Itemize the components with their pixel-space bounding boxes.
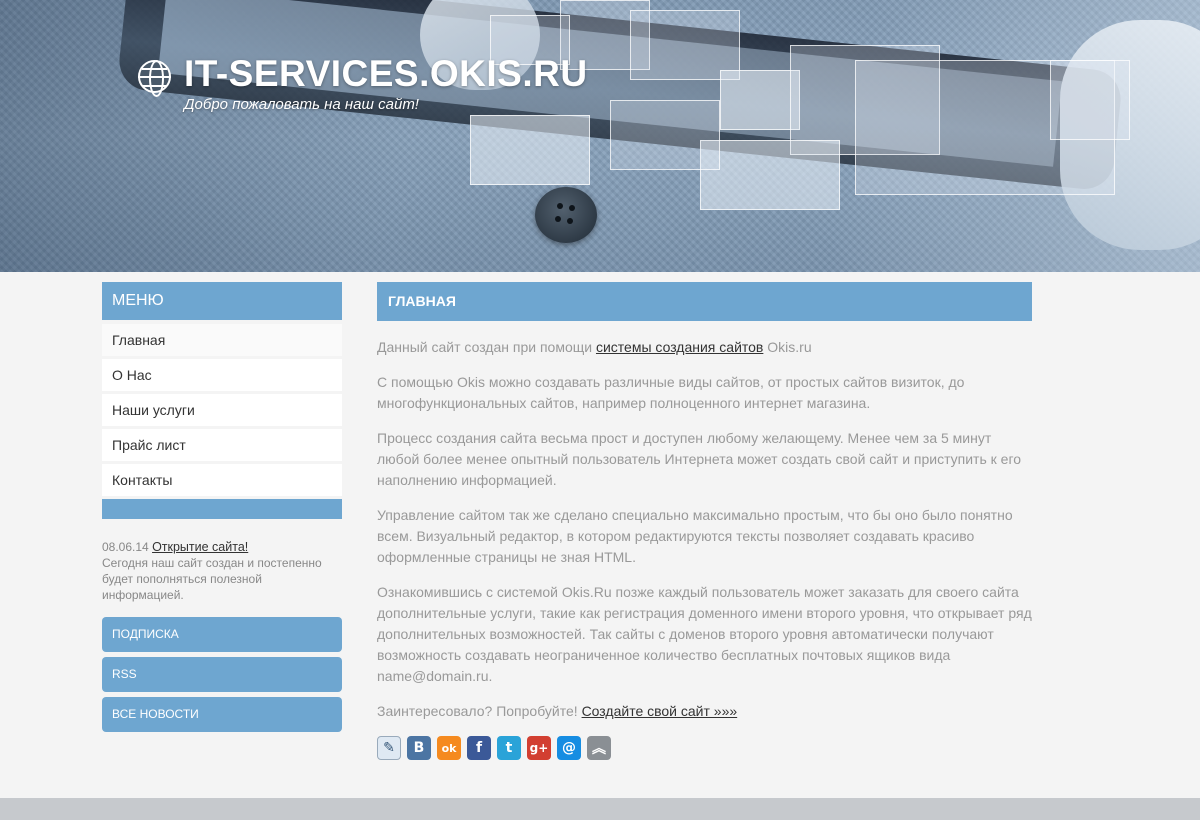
- menu-title: МЕНЮ: [102, 282, 342, 320]
- share-buttons: ✎ B ok f t g+ @ ︽: [377, 736, 1032, 760]
- site-title[interactable]: IT-SERVICES.OKIS.RU: [184, 53, 588, 95]
- paragraph-text: Okis.ru: [763, 339, 812, 355]
- banner-glass-panel: [610, 100, 720, 170]
- site-builder-link[interactable]: системы создания сайтов: [596, 339, 763, 355]
- paragraph: Управление сайтом так же сделано специал…: [377, 507, 1013, 565]
- banner-suit-button: [535, 187, 597, 243]
- banner-glass-panel: [1050, 60, 1130, 140]
- sidebar-item-price-list[interactable]: Прайс лист: [102, 429, 342, 461]
- banner-glass-panel: [720, 70, 800, 130]
- paragraph: Данный сайт создан при помощи системы со…: [377, 337, 1032, 358]
- sidebar-item-contacts[interactable]: Контакты: [102, 464, 342, 496]
- banner-glass-panel: [470, 115, 590, 185]
- footer-bar: [0, 798, 1200, 820]
- sidebar-buttons: ПОДПИСКА RSS ВСЕ НОВОСТИ: [102, 617, 342, 732]
- share-more-icon[interactable]: ︽: [587, 736, 611, 760]
- news-title-link[interactable]: Открытие сайта!: [152, 540, 248, 554]
- news-item: 08.06.14 Открытие сайта! Сегодня наш сай…: [102, 539, 342, 603]
- menu-footer-bar: [102, 499, 342, 519]
- sidebar-item-home[interactable]: Главная: [102, 324, 342, 356]
- main-content: ГЛАВНАЯ Данный сайт создан при помощи си…: [377, 282, 1032, 760]
- paragraph: С помощью Okis можно создавать различные…: [377, 374, 965, 411]
- paragraph-text: Данный сайт создан при помощи: [377, 339, 596, 355]
- odnoklassniki-icon[interactable]: ok: [437, 736, 461, 760]
- banner-glass-panel: [700, 140, 840, 210]
- facebook-icon[interactable]: f: [467, 736, 491, 760]
- globe-icon: [138, 60, 171, 97]
- twitter-icon[interactable]: t: [497, 736, 521, 760]
- rss-button[interactable]: RSS: [102, 657, 342, 692]
- menu-list: Главная О Нас Наши услуги Прайс лист Кон…: [102, 324, 342, 496]
- paragraph: Процесс создания сайта весьма прост и до…: [377, 430, 1022, 488]
- create-site-link[interactable]: Создайте свой сайт »»»: [582, 703, 738, 719]
- vkontakte-icon[interactable]: B: [407, 736, 431, 760]
- site-slogan: Добро пожаловать на наш сайт!: [184, 96, 419, 113]
- sidebar-item-about[interactable]: О Нас: [102, 359, 342, 391]
- mailru-icon[interactable]: @: [557, 736, 581, 760]
- paragraph-text: Заинтересовало? Попробуйте!: [377, 703, 582, 719]
- all-news-button[interactable]: ВСЕ НОВОСТИ: [102, 697, 342, 732]
- page-title: ГЛАВНАЯ: [377, 282, 1032, 321]
- sidebar: МЕНЮ Главная О Нас Наши услуги Прайс лис…: [102, 282, 342, 737]
- header-banner: IT-SERVICES.OKIS.RU Добро пожаловать на …: [0, 0, 1200, 272]
- paragraph: Заинтересовало? Попробуйте! Создайте сво…: [377, 701, 1032, 722]
- news-text: Сегодня наш сайт создан и постепенно буд…: [102, 556, 322, 602]
- sidebar-item-services[interactable]: Наши услуги: [102, 394, 342, 426]
- livejournal-icon[interactable]: ✎: [377, 736, 401, 760]
- google-plus-icon[interactable]: g+: [527, 736, 551, 760]
- subscribe-button[interactable]: ПОДПИСКА: [102, 617, 342, 652]
- paragraph: Ознакомившись с системой Okis.Ru позже к…: [377, 584, 1032, 684]
- article-body: Данный сайт создан при помощи системы со…: [377, 337, 1032, 722]
- news-date: 08.06.14: [102, 540, 149, 554]
